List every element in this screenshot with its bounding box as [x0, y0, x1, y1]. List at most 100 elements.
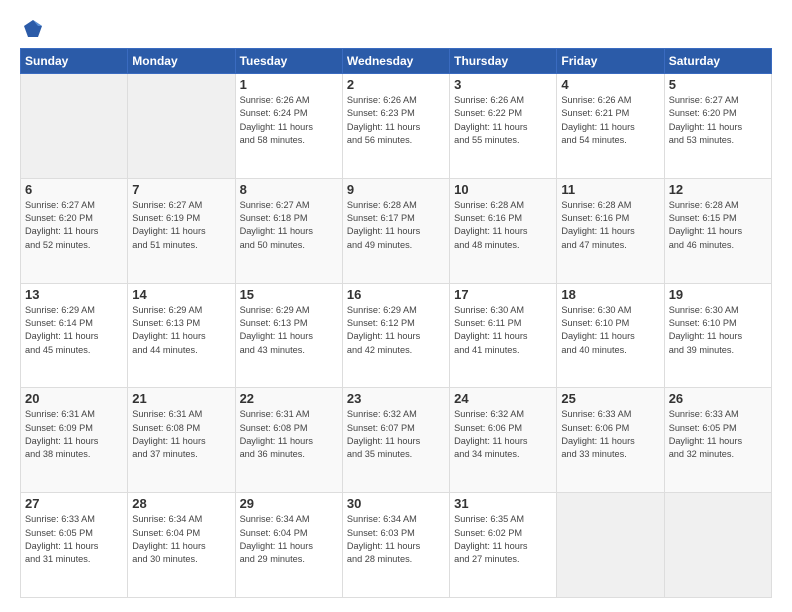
day-number: 4 — [561, 77, 659, 92]
day-number: 20 — [25, 391, 123, 406]
calendar-cell: 28Sunrise: 6:34 AM Sunset: 6:04 PM Dayli… — [128, 493, 235, 598]
day-info: Sunrise: 6:28 AM Sunset: 6:17 PM Dayligh… — [347, 199, 445, 252]
day-info: Sunrise: 6:28 AM Sunset: 6:16 PM Dayligh… — [454, 199, 552, 252]
page: SundayMondayTuesdayWednesdayThursdayFrid… — [0, 0, 792, 612]
calendar-cell: 26Sunrise: 6:33 AM Sunset: 6:05 PM Dayli… — [664, 388, 771, 493]
calendar-cell: 29Sunrise: 6:34 AM Sunset: 6:04 PM Dayli… — [235, 493, 342, 598]
day-of-week-header: Tuesday — [235, 49, 342, 74]
header — [20, 18, 772, 40]
calendar-cell: 19 Sunrise: 6:30 AM Sunset: 6:10 PM Dayli… — [664, 283, 771, 388]
day-number: 1 — [240, 77, 338, 92]
day-number: 30 — [347, 496, 445, 511]
calendar-cell: 21 Sunrise: 6:31 AM Sunset: 6:08 PM Dayli… — [128, 388, 235, 493]
calendar-cell: 9 Sunrise: 6:28 AM Sunset: 6:17 PM Daylig… — [342, 178, 449, 283]
calendar: SundayMondayTuesdayWednesdayThursdayFrid… — [20, 48, 772, 598]
calendar-cell: 15 Sunrise: 6:29 AM Sunset: 6:13 PM Dayli… — [235, 283, 342, 388]
day-number: 28 — [132, 496, 230, 511]
day-number: 12 — [669, 182, 767, 197]
day-number: 3 — [454, 77, 552, 92]
calendar-cell: 10 Sunrise: 6:28 AM Sunset: 6:16 PM Dayli… — [450, 178, 557, 283]
calendar-cell: 31Sunrise: 6:35 AM Sunset: 6:02 PM Dayli… — [450, 493, 557, 598]
day-info: Sunrise: 6:26 AM Sunset: 6:21 PM Dayligh… — [561, 94, 659, 147]
calendar-week-row: 6 Sunrise: 6:27 AM Sunset: 6:20 PM Daylig… — [21, 178, 772, 283]
calendar-cell: 4 Sunrise: 6:26 AM Sunset: 6:21 PM Daylig… — [557, 74, 664, 179]
calendar-cell: 3 Sunrise: 6:26 AM Sunset: 6:22 PM Daylig… — [450, 74, 557, 179]
day-info: Sunrise: 6:34 AM Sunset: 6:04 PM Dayligh… — [240, 513, 338, 566]
day-number: 22 — [240, 391, 338, 406]
day-number: 19 — [669, 287, 767, 302]
day-info: Sunrise: 6:33 AM Sunset: 6:06 PM Dayligh… — [561, 408, 659, 461]
calendar-cell: 25 Sunrise: 6:33 AM Sunset: 6:06 PM Dayli… — [557, 388, 664, 493]
day-number: 6 — [25, 182, 123, 197]
day-number: 24 — [454, 391, 552, 406]
calendar-week-row: 1Sunrise: 6:26 AM Sunset: 6:24 PM Daylig… — [21, 74, 772, 179]
day-info: Sunrise: 6:27 AM Sunset: 6:20 PM Dayligh… — [25, 199, 123, 252]
calendar-cell: 30 Sunrise: 6:34 AM Sunset: 6:03 PM Dayli… — [342, 493, 449, 598]
day-info: Sunrise: 6:29 AM Sunset: 6:13 PM Dayligh… — [132, 304, 230, 357]
calendar-cell: 13 Sunrise: 6:29 AM Sunset: 6:14 PM Dayli… — [21, 283, 128, 388]
day-number: 9 — [347, 182, 445, 197]
day-number: 5 — [669, 77, 767, 92]
day-info: Sunrise: 6:33 AM Sunset: 6:05 PM Dayligh… — [669, 408, 767, 461]
day-info: Sunrise: 6:33 AM Sunset: 6:05 PM Dayligh… — [25, 513, 123, 566]
calendar-cell: 18Sunrise: 6:30 AM Sunset: 6:10 PM Dayli… — [557, 283, 664, 388]
day-info: Sunrise: 6:26 AM Sunset: 6:22 PM Dayligh… — [454, 94, 552, 147]
day-info: Sunrise: 6:29 AM Sunset: 6:12 PM Dayligh… — [347, 304, 445, 357]
calendar-cell: 5 Sunrise: 6:27 AM Sunset: 6:20 PM Daylig… — [664, 74, 771, 179]
calendar-week-row: 20 Sunrise: 6:31 AM Sunset: 6:09 PM Dayli… — [21, 388, 772, 493]
calendar-cell: 11Sunrise: 6:28 AM Sunset: 6:16 PM Dayli… — [557, 178, 664, 283]
day-number: 10 — [454, 182, 552, 197]
calendar-cell: 22 Sunrise: 6:31 AM Sunset: 6:08 PM Dayli… — [235, 388, 342, 493]
day-of-week-header: Wednesday — [342, 49, 449, 74]
day-info: Sunrise: 6:30 AM Sunset: 6:10 PM Dayligh… — [561, 304, 659, 357]
day-info: Sunrise: 6:29 AM Sunset: 6:14 PM Dayligh… — [25, 304, 123, 357]
day-number: 14 — [132, 287, 230, 302]
calendar-header-row: SundayMondayTuesdayWednesdayThursdayFrid… — [21, 49, 772, 74]
day-number: 27 — [25, 496, 123, 511]
day-number: 16 — [347, 287, 445, 302]
calendar-week-row: 27 Sunrise: 6:33 AM Sunset: 6:05 PM Dayli… — [21, 493, 772, 598]
day-info: Sunrise: 6:31 AM Sunset: 6:09 PM Dayligh… — [25, 408, 123, 461]
day-number: 21 — [132, 391, 230, 406]
day-number: 8 — [240, 182, 338, 197]
calendar-cell: 27 Sunrise: 6:33 AM Sunset: 6:05 PM Dayli… — [21, 493, 128, 598]
day-number: 25 — [561, 391, 659, 406]
calendar-cell: 16 Sunrise: 6:29 AM Sunset: 6:12 PM Dayli… — [342, 283, 449, 388]
day-info: Sunrise: 6:27 AM Sunset: 6:20 PM Dayligh… — [669, 94, 767, 147]
day-number: 23 — [347, 391, 445, 406]
calendar-cell: 1Sunrise: 6:26 AM Sunset: 6:24 PM Daylig… — [235, 74, 342, 179]
day-info: Sunrise: 6:27 AM Sunset: 6:19 PM Dayligh… — [132, 199, 230, 252]
day-of-week-header: Thursday — [450, 49, 557, 74]
logo-icon — [22, 18, 44, 40]
calendar-cell: 24Sunrise: 6:32 AM Sunset: 6:06 PM Dayli… — [450, 388, 557, 493]
calendar-cell: 17Sunrise: 6:30 AM Sunset: 6:11 PM Dayli… — [450, 283, 557, 388]
day-info: Sunrise: 6:31 AM Sunset: 6:08 PM Dayligh… — [240, 408, 338, 461]
day-info: Sunrise: 6:34 AM Sunset: 6:03 PM Dayligh… — [347, 513, 445, 566]
calendar-cell: 12 Sunrise: 6:28 AM Sunset: 6:15 PM Dayli… — [664, 178, 771, 283]
day-info: Sunrise: 6:30 AM Sunset: 6:10 PM Dayligh… — [669, 304, 767, 357]
day-of-week-header: Saturday — [664, 49, 771, 74]
day-info: Sunrise: 6:32 AM Sunset: 6:07 PM Dayligh… — [347, 408, 445, 461]
day-info: Sunrise: 6:28 AM Sunset: 6:15 PM Dayligh… — [669, 199, 767, 252]
day-number: 15 — [240, 287, 338, 302]
calendar-cell — [664, 493, 771, 598]
day-info: Sunrise: 6:35 AM Sunset: 6:02 PM Dayligh… — [454, 513, 552, 566]
calendar-week-row: 13 Sunrise: 6:29 AM Sunset: 6:14 PM Dayli… — [21, 283, 772, 388]
day-number: 2 — [347, 77, 445, 92]
calendar-cell: 14 Sunrise: 6:29 AM Sunset: 6:13 PM Dayli… — [128, 283, 235, 388]
calendar-cell — [128, 74, 235, 179]
day-info: Sunrise: 6:26 AM Sunset: 6:23 PM Dayligh… — [347, 94, 445, 147]
calendar-cell — [557, 493, 664, 598]
day-info: Sunrise: 6:31 AM Sunset: 6:08 PM Dayligh… — [132, 408, 230, 461]
day-of-week-header: Monday — [128, 49, 235, 74]
day-number: 11 — [561, 182, 659, 197]
day-info: Sunrise: 6:29 AM Sunset: 6:13 PM Dayligh… — [240, 304, 338, 357]
logo — [20, 18, 44, 40]
day-of-week-header: Friday — [557, 49, 664, 74]
calendar-cell: 23 Sunrise: 6:32 AM Sunset: 6:07 PM Dayli… — [342, 388, 449, 493]
day-number: 13 — [25, 287, 123, 302]
calendar-cell: 7Sunrise: 6:27 AM Sunset: 6:19 PM Daylig… — [128, 178, 235, 283]
day-info: Sunrise: 6:27 AM Sunset: 6:18 PM Dayligh… — [240, 199, 338, 252]
day-info: Sunrise: 6:30 AM Sunset: 6:11 PM Dayligh… — [454, 304, 552, 357]
calendar-cell: 20 Sunrise: 6:31 AM Sunset: 6:09 PM Dayli… — [21, 388, 128, 493]
